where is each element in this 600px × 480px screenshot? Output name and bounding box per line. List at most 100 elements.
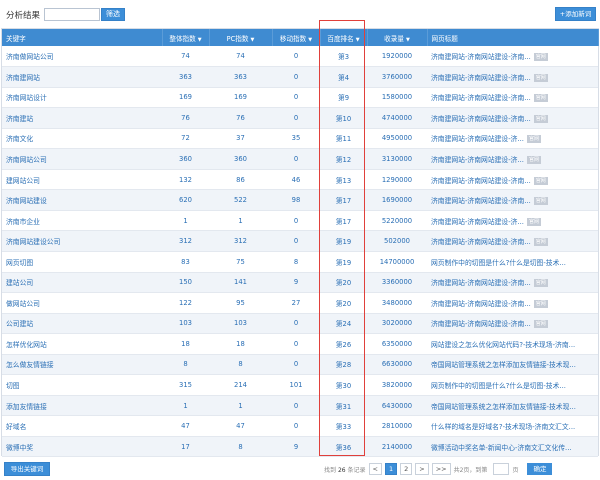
next-page-button[interactable]: >: [415, 463, 429, 475]
page-title-link[interactable]: 帝国网站管理系统之怎样添加友情链接-技术现...: [431, 403, 576, 411]
keyword-cell[interactable]: 怎样优化网站: [2, 333, 162, 355]
page-title-link[interactable]: 济南建网站-济南网站建设-济南...: [431, 197, 531, 205]
keyword-cell[interactable]: 做网站公司: [2, 292, 162, 314]
page-title-cell[interactable]: 济南建网站-济南网站建设-济... 官网: [427, 128, 598, 150]
keyword-cell[interactable]: 好域名: [2, 415, 162, 437]
table-row[interactable]: 济南市企业 1 1 0 第17 5220000 济南建网站-济南网站建设-济... 官网: [2, 210, 598, 232]
table-row[interactable]: 济南建站 76 76 0 第10 4740000 济南建网站-济南网站建设-济南... 官网: [2, 107, 598, 129]
page-title-link[interactable]: 济南建网站-济南网站建设-济南...: [431, 300, 531, 308]
keyword-cell[interactable]: 济南建网站: [2, 66, 162, 88]
table-row[interactable]: 怎样优化网站 18 18 0 第26 6350000 网站建设之怎么优化网站代码?-技术现场…: [2, 333, 598, 355]
page-title-link[interactable]: 济南建网站-济南网站建设-济...: [431, 218, 524, 226]
page-title-link[interactable]: 济南建网站-济南网站建设-济南...: [431, 279, 531, 287]
keyword-cell[interactable]: 济南建站: [2, 107, 162, 129]
table-row[interactable]: 济南文化 72 37 35 第11 4950000 济南建网站-济南网站建设-济... 官网: [2, 128, 598, 150]
page-title-cell[interactable]: 济南建网站-济南网站建设-济南... 官网: [427, 230, 598, 252]
page-title-cell[interactable]: 网页制作中的切图是什么?什么是切图-技术...: [427, 374, 598, 396]
last-page-button[interactable]: >>: [431, 463, 451, 475]
keyword-cell[interactable]: 公司建站: [2, 313, 162, 335]
page-title-link[interactable]: 济南建网站-济南网站建设-济南...: [431, 94, 531, 102]
page-title-cell[interactable]: 帝国网站管理系统之怎样添加友情链接-技术现...: [427, 395, 598, 417]
table-row[interactable]: 济南网站设计 169 169 0 第9 1580000 济南建网站-济南网站建设-济南...…: [2, 87, 598, 109]
pc-index-cell: 47: [209, 415, 272, 437]
page-title-link[interactable]: 帝国网站管理系统之怎样添加友情链接-技术现...: [431, 361, 576, 369]
column-header[interactable]: 关键字: [2, 29, 163, 46]
page-title-cell[interactable]: 济南建网站-济南网站建设-济南... 官网: [427, 66, 598, 88]
column-header[interactable]: 网页标题: [427, 29, 599, 46]
page-title-cell[interactable]: 网站建设之怎么优化网站代码?-技术现场-济南...: [427, 333, 598, 355]
page-title-link[interactable]: 微博活动中奖名单-新闻中心-济南文汇文化传...: [431, 444, 572, 452]
page-title-link[interactable]: 网站建设之怎么优化网站代码?-技术现场-济南...: [431, 341, 575, 349]
table-row[interactable]: 怎么做友情链接 8 8 0 第28 6630000 帝国网站管理系统之怎样添加友情链接-技术…: [2, 354, 598, 376]
filter-button[interactable]: 筛选: [101, 8, 125, 21]
keyword-cell[interactable]: 怎么做友情链接: [2, 354, 162, 376]
page-1-button[interactable]: 1: [384, 463, 398, 475]
keyword-cell[interactable]: 切图: [2, 374, 162, 396]
table-row[interactable]: 好域名 47 47 0 第33 2810000 什么样的域名是好域名?-技术现场-济南文汇文…: [2, 415, 598, 437]
column-header[interactable]: 整体指数 ▼: [162, 29, 210, 46]
table-row[interactable]: 添加友情链接 1 1 0 第31 6430000 帝国网站管理系统之怎样添加友情链接-技术现…: [2, 395, 598, 417]
keyword-cell[interactable]: 济南网站设计: [2, 87, 162, 109]
keyword-cell[interactable]: 济南文化: [2, 128, 162, 150]
table-row[interactable]: 济南网站建设公司 312 312 0 第19 502000 济南建网站-济南网站建设-济南.…: [2, 230, 598, 252]
page-title-cell[interactable]: 济南建网站-济南网站建设-济... 官网: [427, 148, 598, 170]
table-row[interactable]: 网页切图 83 75 8 第19 14700000 网页制作中的切图是什么?什么是切图-技术…: [2, 251, 598, 273]
keyword-cell[interactable]: 济南网站建设: [2, 189, 162, 211]
page-title-link[interactable]: 济南建网站-济南网站建设-济南...: [431, 177, 531, 185]
page-title-cell[interactable]: 济南建网站-济南网站建设-济南... 官网: [427, 272, 598, 294]
page-jump-input[interactable]: [493, 463, 510, 475]
add-keyword-button[interactable]: +添加新词: [555, 7, 596, 21]
column-header[interactable]: PC指数 ▼: [209, 29, 273, 46]
keyword-cell[interactable]: 济南网站建设公司: [2, 230, 162, 252]
page-title-cell[interactable]: 济南建网站-济南网站建设-济南... 官网: [427, 87, 598, 109]
page-title-cell[interactable]: 济南建网站-济南网站建设-济南... 官网: [427, 107, 598, 129]
table-row[interactable]: 建站公司 150 141 9 第20 3360000 济南建网站-济南网站建设-济南... 官…: [2, 272, 598, 294]
column-header[interactable]: 收录量 ▼: [367, 29, 428, 46]
page-title-cell[interactable]: 帝国网站管理系统之怎样添加友情链接-技术现...: [427, 354, 598, 376]
table-row[interactable]: 济南做网站公司 74 74 0 第3 1920000 济南建网站-济南网站建设-济南... 官…: [2, 46, 598, 68]
keyword-cell[interactable]: 济南做网站公司: [2, 46, 162, 68]
page-title-link[interactable]: 济南建网站-济南网站建设-济南...: [431, 74, 531, 82]
table-row[interactable]: 做网站公司 122 95 27 第20 3480000 济南建网站-济南网站建设-济南...…: [2, 292, 598, 314]
page-title-link[interactable]: 什么样的域名是好域名?-技术现场-济南文汇文...: [431, 423, 575, 431]
page-title-cell[interactable]: 什么样的域名是好域名?-技术现场-济南文汇文...: [427, 415, 598, 437]
column-header[interactable]: 移动指数 ▼: [272, 29, 321, 46]
table-row[interactable]: 建网站公司 132 86 46 第13 1290000 济南建网站-济南网站建设-济南...…: [2, 169, 598, 191]
keyword-cell[interactable]: 网页切图: [2, 251, 162, 273]
page-title-link[interactable]: 济南建网站-济南网站建设-济南...: [431, 238, 531, 246]
export-keywords-button[interactable]: 导出关键词: [4, 462, 50, 476]
page-title-link[interactable]: 济南建网站-济南网站建设-济南...: [431, 115, 531, 123]
page-title-link[interactable]: 济南建网站-济南网站建设-济...: [431, 156, 524, 164]
table-row[interactable]: 济南网站建设 620 522 98 第17 1690000 济南建网站-济南网站建设-济南.…: [2, 189, 598, 211]
page-title-cell[interactable]: 济南建网站-济南网站建设-济南... 官网: [427, 46, 598, 68]
table-row[interactable]: 济南建网站 363 363 0 第4 3760000 济南建网站-济南网站建设-济南... 官…: [2, 66, 598, 88]
filter-input[interactable]: [44, 8, 100, 21]
keyword-cell[interactable]: 微博中奖: [2, 436, 162, 458]
keyword-cell[interactable]: 济南市企业: [2, 210, 162, 232]
page-title-link[interactable]: 济南建网站-济南网站建设-济...: [431, 135, 524, 143]
page-title-link[interactable]: 网页制作中的切图是什么?什么是切图-技术...: [431, 382, 566, 390]
page-title-link[interactable]: 网页制作中的切图是什么?什么是切图-技术...: [431, 259, 566, 267]
page-title-cell[interactable]: 济南建网站-济南网站建设-济... 官网: [427, 210, 598, 232]
page-2-button[interactable]: 2: [400, 463, 413, 475]
keyword-cell[interactable]: 添加友情链接: [2, 395, 162, 417]
column-header[interactable]: 百度排名 ▼: [320, 29, 368, 46]
keyword-cell[interactable]: 济南网站公司: [2, 148, 162, 170]
page-title-cell[interactable]: 济南建网站-济南网站建设-济南... 官网: [427, 313, 598, 335]
table-row[interactable]: 公司建站 103 103 0 第24 3020000 济南建网站-济南网站建设-济南... 官…: [2, 313, 598, 335]
table-row[interactable]: 微博中奖 17 8 9 第36 2140000 微博活动中奖名单-新闻中心-济南文汇文化传.…: [2, 436, 598, 458]
page-title-link[interactable]: 济南建网站-济南网站建设-济南...: [431, 53, 531, 61]
keyword-cell[interactable]: 建站公司: [2, 272, 162, 294]
table-row[interactable]: 切图 315 214 101 第30 3820000 网页制作中的切图是什么?什么是切图-技…: [2, 374, 598, 396]
page-title-cell[interactable]: 微博活动中奖名单-新闻中心-济南文汇文化传...: [427, 436, 598, 458]
table-row[interactable]: 济南网站公司 360 360 0 第12 3130000 济南建网站-济南网站建设-济...…: [2, 148, 598, 170]
go-button[interactable]: 确定: [527, 463, 553, 475]
page-title-cell[interactable]: 网页制作中的切图是什么?什么是切图-技术...: [427, 251, 598, 273]
mobile-index-cell: 9: [272, 272, 320, 294]
page-title-cell[interactable]: 济南建网站-济南网站建设-济南... 官网: [427, 292, 598, 314]
page-title-cell[interactable]: 济南建网站-济南网站建设-济南... 官网: [427, 189, 598, 211]
page-title-cell[interactable]: 济南建网站-济南网站建设-济南... 官网: [427, 169, 598, 191]
page-title-link[interactable]: 济南建网站-济南网站建设-济南...: [431, 320, 531, 328]
keyword-cell[interactable]: 建网站公司: [2, 169, 162, 191]
prev-page-button[interactable]: <: [368, 463, 382, 475]
